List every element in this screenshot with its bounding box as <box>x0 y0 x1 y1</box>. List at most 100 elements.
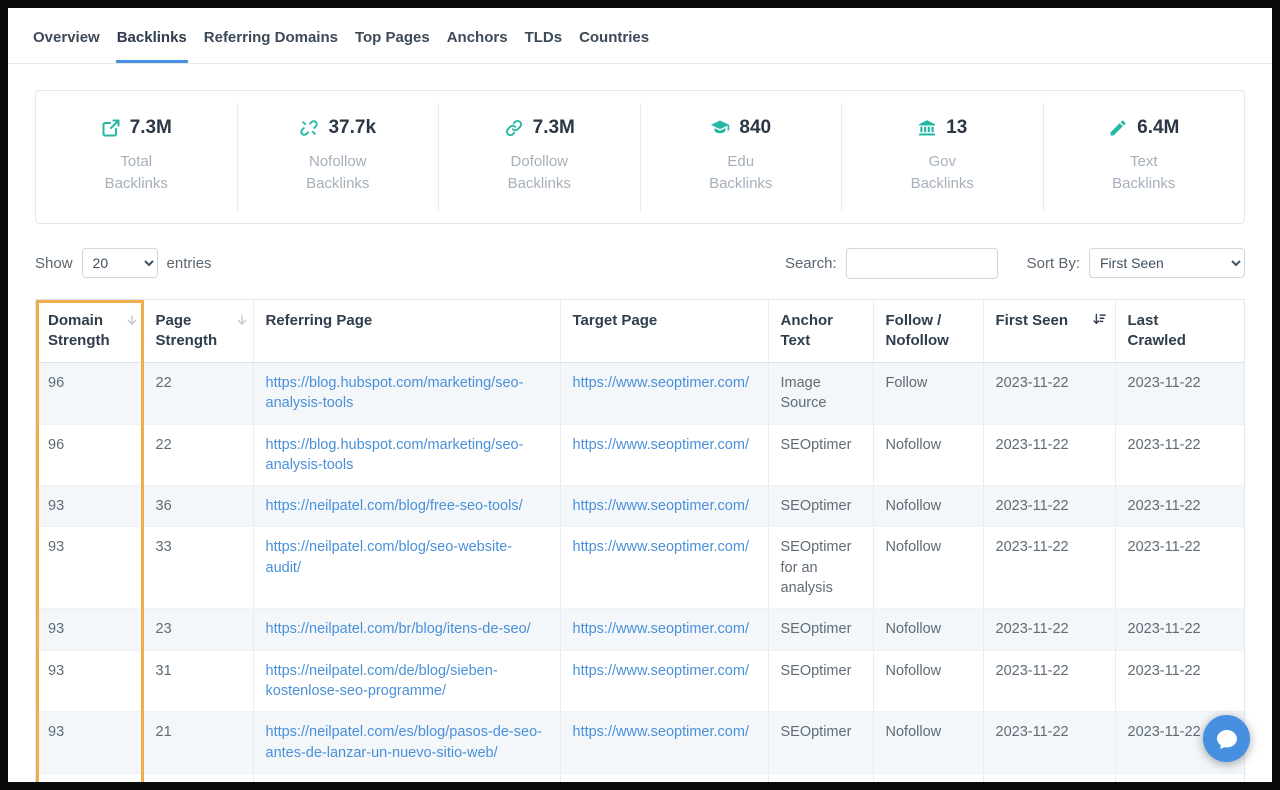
column-header-last-crawled[interactable]: Last Crawled <box>1115 300 1244 363</box>
stat-label: Dofollow Backlinks <box>493 151 585 195</box>
stat-card-edu-backlinks: 840 Edu Backlinks <box>641 103 843 211</box>
cell-follow-nofollow: Nofollow <box>873 609 983 650</box>
cell-page-strength: 21 <box>143 712 253 774</box>
cell-last-crawled: 2023-11-22 <box>1115 424 1244 486</box>
cell-page-strength: 22 <box>143 424 253 486</box>
cell-anchor-text: SEOptimer <box>768 712 873 774</box>
tab-backlinks[interactable]: Backlinks <box>116 27 188 63</box>
cell-anchor-text: Seoptimer <box>768 773 873 782</box>
table-body: 9622https://blog.hubspot.com/marketing/s… <box>36 363 1244 783</box>
backlinks-table: Domain Strength Page Strength Referring Pa… <box>36 300 1244 783</box>
stat-value-row: 840 <box>647 117 836 139</box>
search-input[interactable] <box>846 248 998 279</box>
table-row: 9019https://www.cloudways.com/blog/seo-a… <box>36 773 1244 782</box>
entries-select[interactable]: 20 <box>82 248 158 278</box>
table-row: 9622https://blog.hubspot.com/marketing/s… <box>36 363 1244 425</box>
stat-value-row: 6.4M <box>1050 117 1239 139</box>
sort-down-icon <box>235 313 249 327</box>
table-row: 9336https://neilpatel.com/blog/free-seo-… <box>36 486 1244 527</box>
target-page-link[interactable]: https://www.seoptimer.com/ <box>573 375 749 391</box>
target-page-link[interactable]: https://www.seoptimer.com/ <box>573 663 749 679</box>
cell-target-page: https://www.seoptimer.com/ <box>560 712 768 774</box>
entries-control: Show 20 entries <box>35 248 212 278</box>
target-page-link[interactable]: https://www.seoptimer.com/ <box>573 539 749 555</box>
tab-countries[interactable]: Countries <box>578 27 650 63</box>
column-label: Referring Page <box>266 312 373 329</box>
table-header-row: Domain Strength Page Strength Referring Pa… <box>36 300 1244 363</box>
target-page-link[interactable]: https://www.seoptimer.com/ <box>573 498 749 514</box>
stat-value: 37.7k <box>328 117 376 139</box>
column-header-follow-nofollow[interactable]: Follow / Nofollow <box>873 300 983 363</box>
chat-launcher-button[interactable] <box>1203 715 1250 762</box>
referring-page-link[interactable]: https://blog.hubspot.com/marketing/seo-a… <box>266 375 524 411</box>
tab-anchors[interactable]: Anchors <box>446 27 509 63</box>
cell-last-crawled: 2023-11-22 <box>1115 363 1244 425</box>
sort-by-label: Sort By: <box>1027 255 1080 272</box>
stat-value-row: 7.3M <box>42 117 231 139</box>
referring-page-link[interactable]: https://neilpatel.com/es/blog/pasos-de-s… <box>266 724 542 760</box>
referring-page-link[interactable]: https://blog.hubspot.com/marketing/seo-a… <box>266 437 524 473</box>
cell-follow-nofollow: Nofollow <box>873 527 983 609</box>
table-controls: Show 20 entries Search: Sort By: First S… <box>35 248 1245 279</box>
column-header-referring-page[interactable]: Referring Page <box>253 300 560 363</box>
sort-down-icon <box>125 313 139 327</box>
show-label: Show <box>35 255 73 272</box>
cell-referring-page: https://blog.hubspot.com/marketing/seo-a… <box>253 424 560 486</box>
tab-tlds[interactable]: TLDs <box>524 27 564 63</box>
sort-by-select[interactable]: First Seen <box>1089 248 1245 278</box>
stat-value: 7.3M <box>130 117 172 139</box>
cell-domain-strength: 93 <box>36 486 143 527</box>
cell-target-page: https://www.seoptimer.com/ <box>560 609 768 650</box>
tab-referring-domains[interactable]: Referring Domains <box>203 27 339 63</box>
cell-page-strength: 22 <box>143 363 253 425</box>
target-page-link[interactable]: https://www.seoptimer.com/ <box>573 621 749 637</box>
stat-card-total-backlinks: 7.3MTotal Backlinks <box>36 103 238 211</box>
column-label: Page Strength <box>156 312 218 349</box>
cell-last-crawled: 2023-11-22 <box>1115 486 1244 527</box>
cell-first-seen: 2023-11-22 <box>983 712 1115 774</box>
table-row: 9321https://neilpatel.com/es/blog/pasos-… <box>36 712 1244 774</box>
tab-top-pages[interactable]: Top Pages <box>354 27 431 63</box>
cell-follow-nofollow: Follow <box>873 773 983 782</box>
referring-page-link[interactable]: https://neilpatel.com/br/blog/itens-de-s… <box>266 621 531 637</box>
stat-label: Edu Backlinks <box>695 151 787 195</box>
external-link-icon <box>101 118 121 138</box>
cell-referring-page: https://neilpatel.com/br/blog/itens-de-s… <box>253 609 560 650</box>
referring-page-link[interactable]: https://neilpatel.com/de/blog/sieben-kos… <box>266 663 498 699</box>
referring-page-link[interactable]: https://neilpatel.com/blog/seo-website-a… <box>266 539 513 575</box>
cell-referring-page: https://neilpatel.com/es/blog/pasos-de-s… <box>253 712 560 774</box>
cell-target-page: https://www.seoptimer.com/ <box>560 486 768 527</box>
target-page-link[interactable]: https://www.seoptimer.com/ <box>573 437 749 453</box>
tab-overview[interactable]: Overview <box>32 27 101 63</box>
stat-card-nofollow-backlinks: 37.7kNofollow Backlinks <box>238 103 440 211</box>
cell-anchor-text: SEOptimer <box>768 486 873 527</box>
column-header-page-strength[interactable]: Page Strength <box>143 300 253 363</box>
column-label: Domain Strength <box>48 312 110 349</box>
cell-referring-page: https://neilpatel.com/de/blog/sieben-kos… <box>253 650 560 712</box>
cell-anchor-text: Image Source <box>768 363 873 425</box>
cell-follow-nofollow: Nofollow <box>873 424 983 486</box>
stat-value: 6.4M <box>1137 117 1179 139</box>
table-row: 9333 https://neilpatel.com/blog/seo-websi… <box>36 527 1244 609</box>
report-tabs: Overview Backlinks Referring Domains Top Pa… <box>8 8 1272 64</box>
column-header-anchor-text[interactable]: Anchor Text <box>768 300 873 363</box>
cell-page-strength: 33 <box>143 527 253 609</box>
cell-target-page: https://www.seoptimer.com/ <box>560 363 768 425</box>
cell-last-crawled: 2023-11-22 <box>1115 650 1244 712</box>
stat-label: Text Backlinks <box>1098 151 1190 195</box>
cell-domain-strength: 93 <box>36 527 143 609</box>
column-header-target-page[interactable]: Target Page <box>560 300 768 363</box>
column-label: Target Page <box>573 312 658 329</box>
unlink-icon <box>299 118 319 138</box>
cell-referring-page: https://neilpatel.com/blog/free-seo-tool… <box>253 486 560 527</box>
target-page-link[interactable]: https://www.seoptimer.com/ <box>573 724 749 740</box>
referring-page-link[interactable]: https://neilpatel.com/blog/free-seo-tool… <box>266 498 523 514</box>
search-label: Search: <box>785 255 837 272</box>
cell-referring-page: https://blog.hubspot.com/marketing/seo-a… <box>253 363 560 425</box>
cell-follow-nofollow: Nofollow <box>873 712 983 774</box>
column-header-domain-strength[interactable]: Domain Strength <box>36 300 143 363</box>
column-header-first-seen[interactable]: First Seen <box>983 300 1115 363</box>
cell-target-page: https://www.seoptimer.com/ <box>560 424 768 486</box>
stat-card-gov-backlinks: 13Gov Backlinks <box>842 103 1044 211</box>
cell-referring-page: https://www.cloudways.com/blog/seo-audit… <box>253 773 560 782</box>
